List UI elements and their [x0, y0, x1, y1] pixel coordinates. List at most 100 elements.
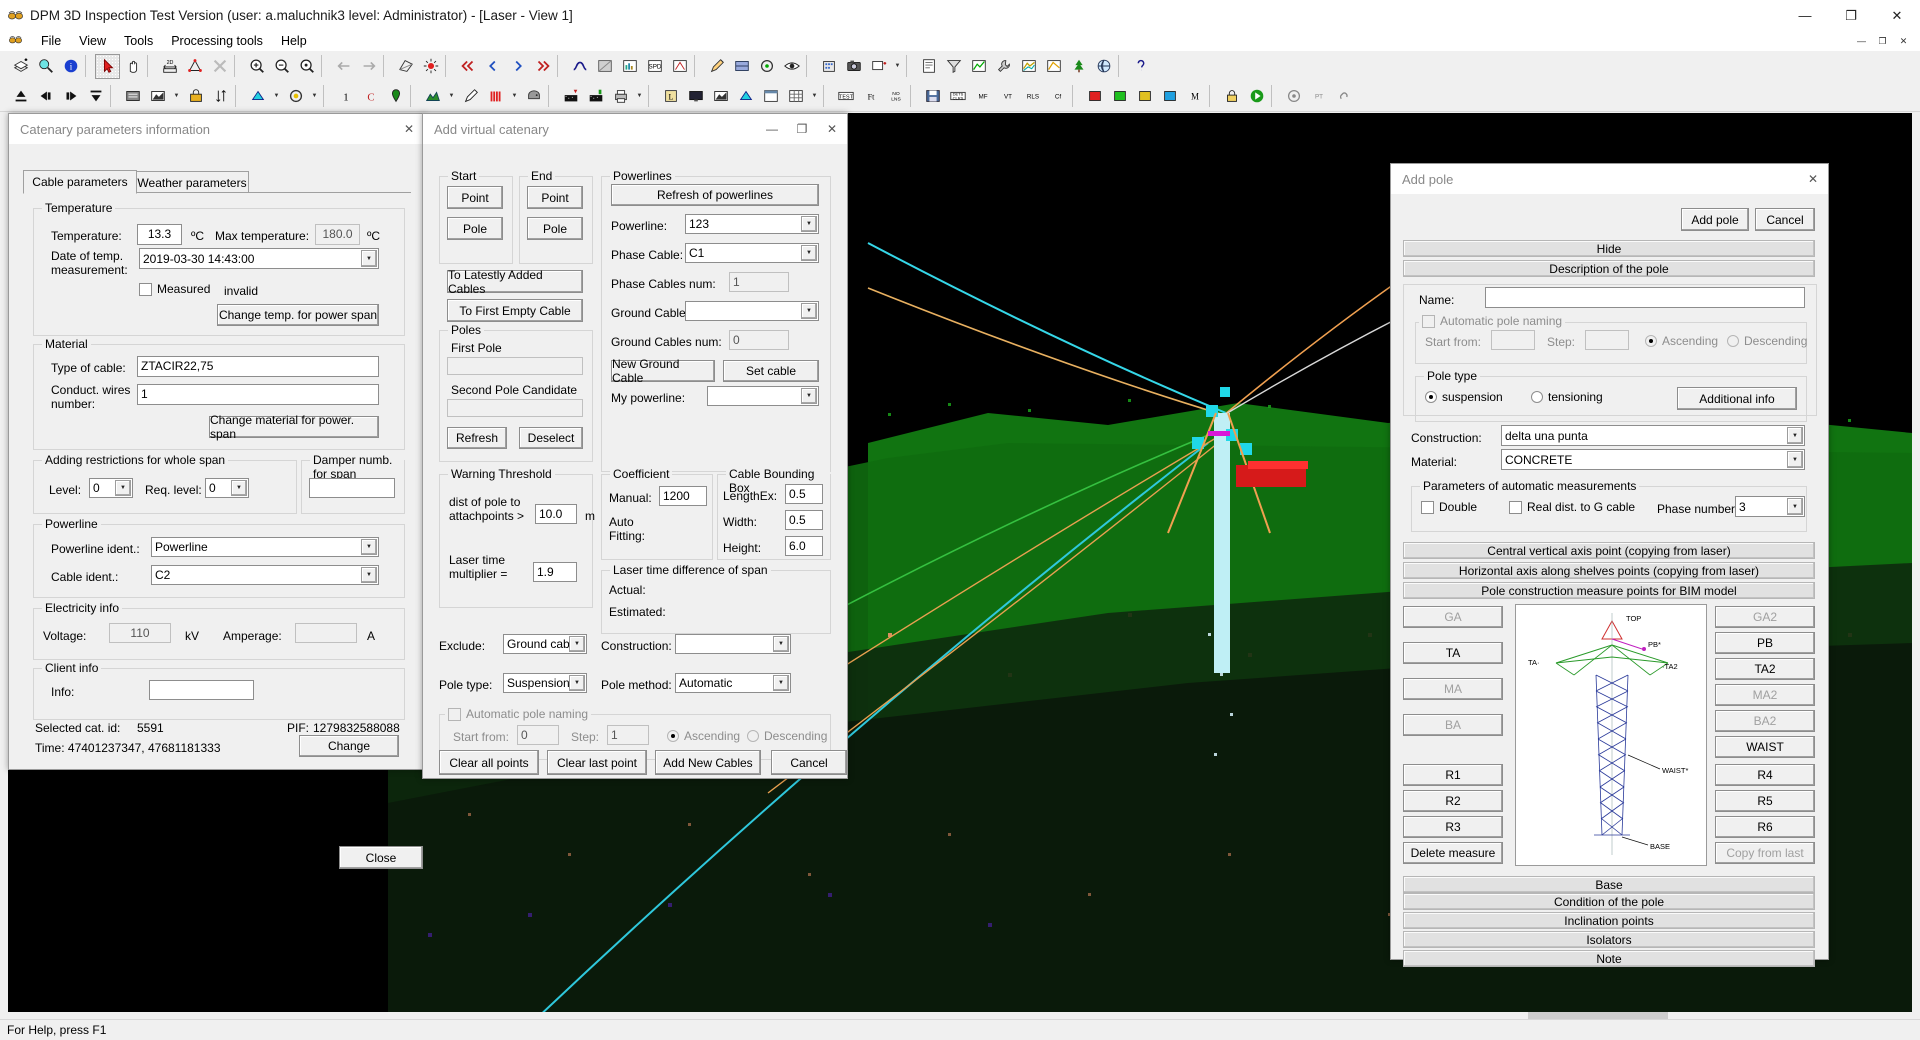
close-button[interactable]: ✕ [1874, 0, 1920, 31]
ground-cable-select[interactable]: ▼ [685, 301, 819, 321]
menu-item-view[interactable]: View [70, 33, 115, 49]
bar-chart-icon[interactable] [617, 53, 642, 79]
add-pole-button[interactable]: Add pole [1681, 208, 1749, 231]
horizontal-axis-shelves-bar[interactable]: Horizontal axis along shelves points (co… [1403, 562, 1815, 579]
measure-button-r1[interactable]: R1 [1403, 764, 1503, 786]
to-first-empty-cable-button[interactable]: To First Empty Cable [447, 299, 583, 322]
additional-info-button[interactable]: Additional info [1677, 387, 1797, 410]
color-green-icon[interactable] [1107, 83, 1132, 109]
add-card-icon[interactable] [866, 53, 891, 79]
pole-construction-select[interactable]: delta una punta ▼ [1501, 425, 1805, 446]
wrench-icon[interactable] [991, 53, 1016, 79]
pt-icon[interactable]: PT [1306, 83, 1331, 109]
circle-yellow-icon[interactable] [283, 83, 308, 109]
damper-number-input[interactable] [309, 478, 395, 498]
next-frame-icon[interactable] [505, 53, 530, 79]
zoom-extent-icon[interactable] [294, 53, 319, 79]
footprint-icon[interactable] [120, 83, 145, 109]
spd-panel-icon[interactable]: SPD [642, 53, 667, 79]
vc-ascending-radio[interactable]: Ascending [667, 729, 740, 743]
play-green-icon[interactable] [1244, 83, 1269, 109]
construction-select[interactable]: ▼ [675, 634, 791, 654]
mdi-close-button[interactable]: ✕ [1893, 32, 1914, 51]
prism-icon[interactable] [245, 83, 270, 109]
dist-threshold-input[interactable]: 10.0 [535, 504, 577, 524]
grid-icon[interactable] [783, 83, 808, 109]
visibility-eye-icon[interactable] [779, 53, 804, 79]
deselect-poles-button[interactable]: Deselect [519, 427, 583, 449]
measure-2d-icon[interactable]: 2D [157, 53, 182, 79]
set-cable-button[interactable]: Set cable [723, 360, 819, 382]
start-pole-button[interactable]: Pole [447, 217, 503, 240]
clear-all-points-button[interactable]: Clear all points [439, 750, 539, 775]
color-blue-icon[interactable] [1157, 83, 1182, 109]
image-dropdown-icon[interactable]: ▼ [170, 83, 183, 110]
measure-button-ta[interactable]: TA [1403, 642, 1503, 664]
gradient-icon[interactable] [592, 53, 617, 79]
multi-chart-icon[interactable] [1016, 53, 1041, 79]
notes-icon[interactable] [916, 53, 941, 79]
menu-item-tools[interactable]: Tools [115, 33, 162, 49]
ft-icon[interactable]: Ft [858, 83, 883, 109]
zoom-query-icon[interactable] [33, 53, 58, 79]
tree-icon[interactable] [1066, 53, 1091, 79]
image-icon[interactable] [145, 83, 170, 109]
pen-tool-icon[interactable] [704, 53, 729, 79]
maximize-button[interactable]: ❐ [1828, 0, 1874, 31]
chart-bar2-icon[interactable] [708, 83, 733, 109]
nav-forward-icon[interactable] [356, 53, 381, 79]
bbox-width-input[interactable]: 0.5 [785, 510, 823, 530]
pin-icon[interactable] [383, 83, 408, 109]
number-one-icon[interactable]: 1 [333, 83, 358, 109]
real-dist-to-g-cable-checkbox[interactable]: Real dist. to G cable [1509, 500, 1635, 514]
catenary-close-icon[interactable]: ✕ [394, 114, 424, 144]
cable-ident-combo[interactable]: C2 ▼ [151, 565, 379, 585]
chevron-down-icon[interactable]: ▼ [1787, 498, 1803, 515]
refresh-poles-button[interactable]: Refresh [447, 427, 507, 449]
zoom-in-icon[interactable] [244, 53, 269, 79]
temperature-input[interactable]: 13.3 [137, 224, 182, 245]
pole-name-input[interactable] [1485, 287, 1805, 308]
pan-hand-icon[interactable] [120, 53, 145, 79]
help-icon[interactable] [1128, 53, 1153, 79]
end-point-button[interactable]: Point [527, 186, 583, 209]
color-red-icon[interactable] [1082, 83, 1107, 109]
circle-tool-icon[interactable] [754, 53, 779, 79]
chevron-down-icon[interactable]: ▼ [801, 388, 817, 404]
link-icon[interactable] [1331, 83, 1356, 109]
add-pole-close-icon[interactable]: ✕ [1798, 164, 1828, 194]
manual-coefficient-input[interactable]: 1200 [659, 486, 707, 506]
lock-yellow-icon[interactable] [183, 83, 208, 109]
virtual-catenary-maximize-icon[interactable]: ❐ [787, 114, 817, 144]
menu-item-help[interactable]: Help [272, 33, 316, 49]
chevron-down-icon[interactable]: ▼ [1787, 427, 1803, 444]
move-down-icon[interactable] [83, 83, 108, 109]
to-latestly-added-cables-button[interactable]: To Latestly Added Cables [447, 268, 583, 296]
measure-button-ga2[interactable]: GA2 [1715, 606, 1815, 628]
laser-time-multiplier-input[interactable]: 1.9 [533, 562, 577, 582]
letter-c-icon[interactable]: C [358, 83, 383, 109]
green-chart-icon[interactable] [966, 53, 991, 79]
measure-button-ga[interactable]: GA [1403, 606, 1503, 628]
measure-button-r4[interactable]: R4 [1715, 764, 1815, 786]
building-icon[interactable] [816, 53, 841, 79]
move-up-icon[interactable] [8, 83, 33, 109]
measure-button-r5[interactable]: R5 [1715, 790, 1815, 812]
nav-back-icon[interactable] [331, 53, 356, 79]
measure-button-pb[interactable]: PB [1715, 632, 1815, 654]
menu-item-processing-tools[interactable]: Processing tools [162, 33, 272, 49]
delete-measure-button[interactable]: Delete measure [1403, 842, 1503, 864]
pole-construction-measure-bar[interactable]: Pole construction measure points for BIM… [1403, 582, 1815, 599]
powerline-select[interactable]: 123 ▼ [685, 214, 819, 234]
mdi-restore-button[interactable]: ❐ [1872, 32, 1893, 51]
measure-button-waist[interactable]: WAIST [1715, 736, 1815, 758]
save-icon[interactable] [920, 83, 945, 109]
menu-item-file[interactable]: File [32, 33, 70, 49]
condition-of-pole-bar[interactable]: Condition of the pole [1403, 893, 1815, 910]
change-material-for-power-span-button[interactable]: Change material for power. span [209, 413, 379, 441]
red-bars-dropdown-icon[interactable]: ▼ [508, 83, 521, 110]
chevron-down-icon[interactable]: ▼ [231, 480, 247, 496]
bbox-height-input[interactable]: 6.0 [785, 536, 823, 556]
view-circle-icon[interactable] [1281, 83, 1306, 109]
pole-material-select[interactable]: CONCRETE ▼ [1501, 449, 1805, 470]
